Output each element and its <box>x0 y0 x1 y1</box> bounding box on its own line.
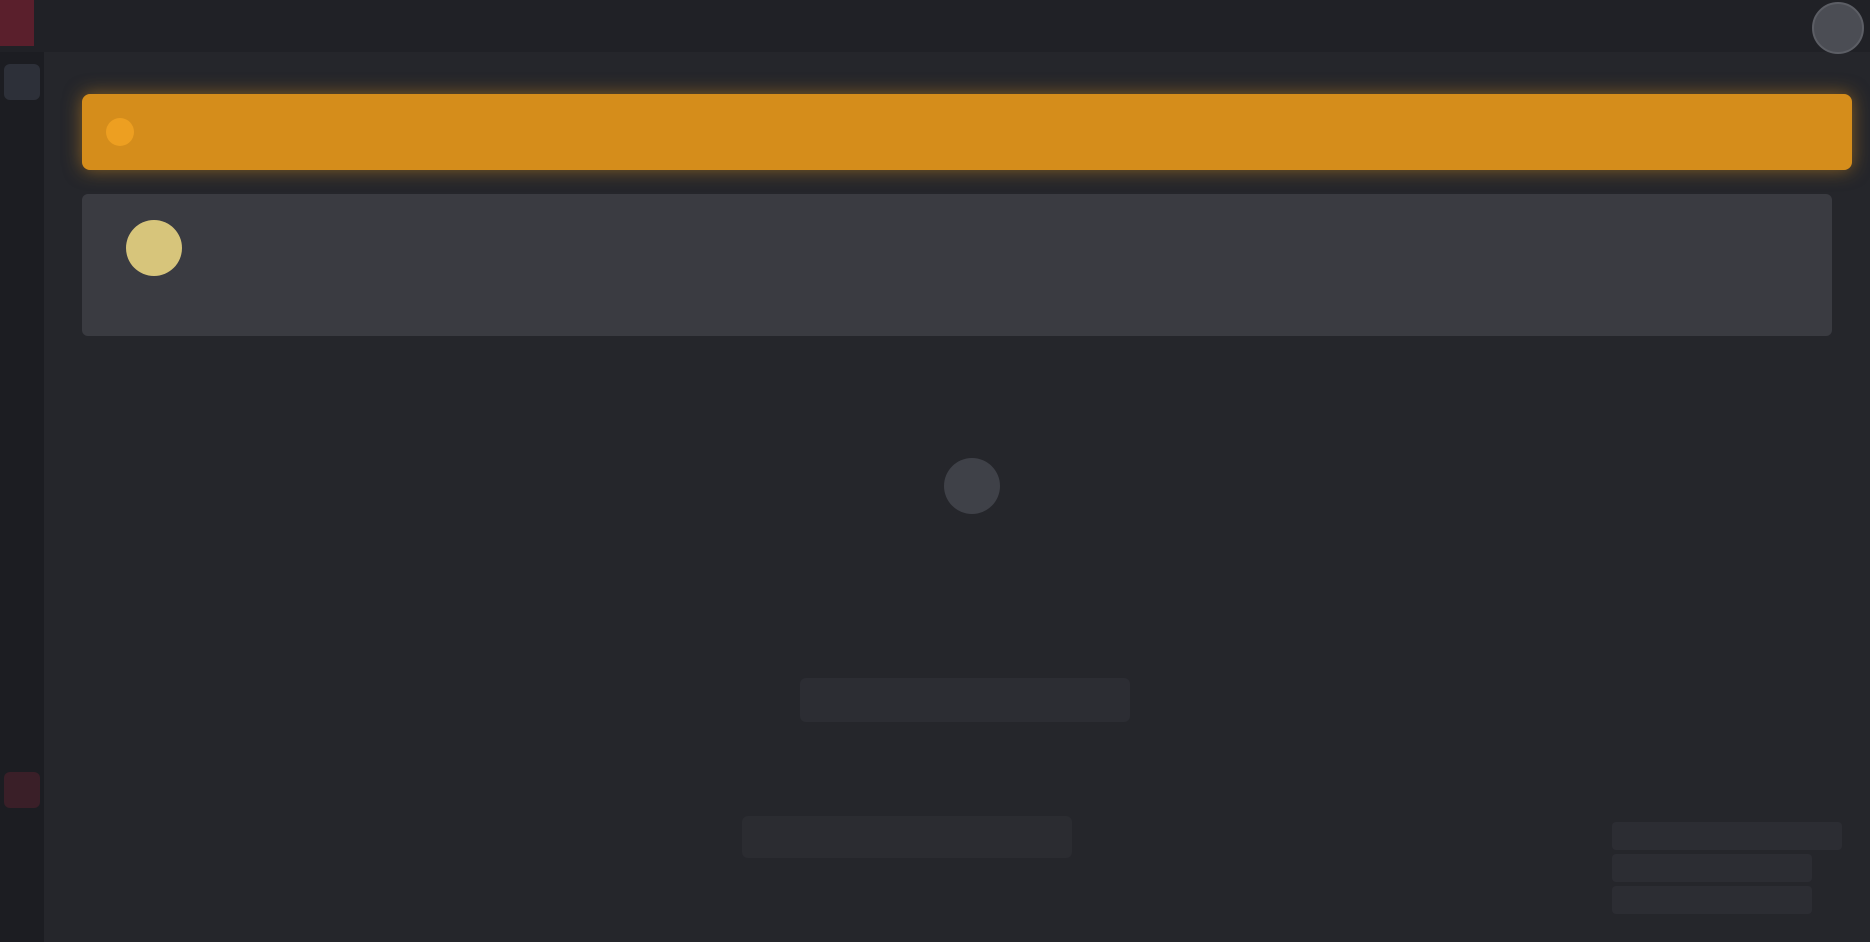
list-item[interactable] <box>1612 886 1812 914</box>
empty-state-label <box>858 536 1086 564</box>
right-list <box>1612 822 1852 942</box>
warning-banner <box>82 94 1852 170</box>
profile-name <box>204 230 404 256</box>
center-button[interactable] <box>800 678 1130 722</box>
banner-message <box>156 119 716 145</box>
empty-state-icon <box>944 458 1000 514</box>
profile-subtitle <box>126 288 646 310</box>
warning-icon <box>106 118 134 146</box>
list-item[interactable] <box>1612 822 1842 850</box>
section-title <box>82 396 412 426</box>
profile-avatar[interactable] <box>126 220 182 276</box>
titlebar <box>0 0 1870 54</box>
rail-item[interactable] <box>4 64 40 100</box>
profile-card <box>82 194 1832 336</box>
user-avatar[interactable] <box>1812 2 1864 54</box>
list-item[interactable] <box>1612 854 1812 882</box>
row-label <box>82 640 262 670</box>
app-logo-icon[interactable] <box>0 0 34 46</box>
window-title <box>74 14 554 36</box>
rail-item[interactable] <box>4 772 40 808</box>
row-label <box>82 820 202 850</box>
center-field[interactable] <box>742 816 1072 858</box>
left-rail <box>0 52 44 942</box>
